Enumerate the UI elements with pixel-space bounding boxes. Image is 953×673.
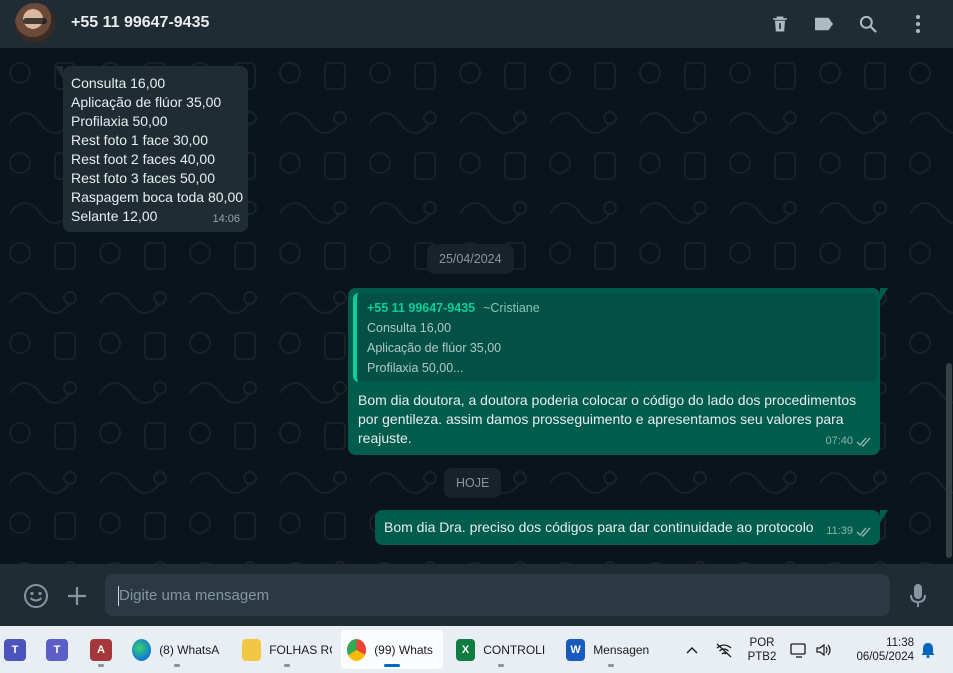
running-indicator [384, 664, 400, 667]
notification-bell-icon[interactable] [917, 626, 939, 673]
taskbar-chrome-whatsapp[interactable]: (99) Whats [341, 630, 443, 669]
access-icon: A [90, 638, 112, 661]
message-input[interactable] [105, 574, 890, 616]
date-divider: 25/04/2024 [427, 244, 514, 274]
excel-icon: X [456, 638, 476, 661]
input-language-indicator[interactable]: POR PTB2 [744, 626, 780, 673]
chat-header: +55 11 99647-9435 [0, 0, 953, 48]
message-line: Rest foot 2 faces 40,00 [71, 151, 215, 167]
double-check-icon [856, 437, 871, 447]
contact-title[interactable]: +55 11 99647-9435 [71, 14, 209, 32]
running-indicator [608, 664, 614, 667]
message-line: Rest foto 1 face 30,00 [71, 132, 208, 148]
windows-taskbar: T T A (8) WhatsA FOLHAS RC (99) Whats X … [0, 626, 953, 673]
message-line: Aplicação de flúor 35,00 [71, 94, 222, 110]
running-indicator [284, 664, 290, 667]
emoji-icon[interactable] [23, 583, 49, 609]
delete-icon[interactable] [768, 12, 792, 36]
message-time: 14:06 [212, 213, 240, 225]
search-icon[interactable] [856, 12, 880, 36]
message-line: Consulta 16,00 [71, 75, 166, 91]
contact-avatar[interactable] [15, 3, 55, 43]
display-icon[interactable] [788, 626, 810, 673]
tray-chevron-up-icon[interactable] [682, 626, 702, 673]
chat-scrollbar[interactable] [946, 363, 952, 558]
bubble-tail [55, 66, 63, 79]
bubble-tail [880, 510, 888, 523]
chat-area[interactable]: Consulta 16,00 Aplicação de flúor 35,00 … [0, 53, 953, 564]
teams-new-icon: T [46, 638, 68, 661]
access-app[interactable]: A [84, 630, 118, 669]
volume-icon[interactable] [812, 626, 836, 673]
message-line: Rest foto 3 faces 50,00 [71, 170, 215, 186]
quoted-author: +55 11 99647-9435 [367, 301, 476, 315]
menu-icon[interactable] [906, 12, 930, 36]
teams-new-app[interactable]: T [40, 630, 74, 669]
chrome-icon [347, 638, 367, 661]
teams-icon: T [4, 638, 26, 661]
message-line: reajuste. [358, 430, 412, 446]
network-offline-icon[interactable] [712, 626, 736, 673]
message-line: por gentileza. assim damos prosseguiment… [358, 411, 844, 427]
message-composer [0, 564, 953, 626]
teams-work-app[interactable]: T [0, 630, 30, 669]
quoted-pushname: ~Cristiane [483, 301, 540, 315]
incoming-message[interactable]: Consulta 16,00 Aplicação de flúor 35,00 … [55, 66, 248, 232]
word-icon: W [566, 638, 586, 661]
clock-time: 11:38 [886, 636, 914, 649]
outgoing-message[interactable]: Bom dia Dra. preciso dos códigos para da… [375, 510, 888, 545]
running-indicator [98, 664, 104, 667]
message-line: Raspagem boca toda 80,00 [71, 189, 244, 205]
date-divider-today: HOJE [444, 468, 502, 498]
text-caret [118, 586, 119, 606]
taskbar-word[interactable]: W Mensagen [560, 630, 662, 669]
quoted-line: Aplicação de flúor 35,00 [367, 341, 502, 355]
clock-date: 06/05/2024 [856, 650, 914, 663]
label-icon[interactable] [812, 12, 836, 36]
message-time: 07:40 [825, 432, 872, 451]
edge-icon [132, 638, 152, 661]
double-check-icon [856, 527, 871, 537]
outgoing-reply-message[interactable]: +55 11 99647-9435 ~Cristiane Consulta 16,… [348, 288, 888, 455]
running-indicator [498, 664, 504, 667]
taskbar-clock[interactable]: 11:38 06/05/2024 [843, 626, 915, 673]
folder-icon [242, 638, 262, 661]
taskbar-folder[interactable]: FOLHAS RC [236, 630, 338, 669]
bubble-tail [880, 288, 888, 301]
microphone-icon[interactable] [906, 583, 930, 609]
message-line: Bom dia doutora, a doutora poderia coloc… [358, 392, 857, 408]
taskbar-edge-whatsapp[interactable]: (8) WhatsA [126, 630, 228, 669]
running-indicator [174, 664, 180, 667]
quoted-line: Profilaxia 50,00... [367, 361, 464, 375]
message-line: Profilaxia 50,00 [71, 113, 168, 129]
message-line: Bom dia Dra. preciso dos códigos para da… [384, 519, 814, 535]
taskbar-excel[interactable]: X CONTROLI [450, 630, 552, 669]
attach-plus-icon[interactable] [66, 585, 88, 607]
quoted-message[interactable]: +55 11 99647-9435 ~Cristiane Consulta 16,… [353, 293, 877, 382]
quoted-line: Consulta 16,00 [367, 321, 452, 335]
message-time: 11:39 [826, 522, 872, 541]
